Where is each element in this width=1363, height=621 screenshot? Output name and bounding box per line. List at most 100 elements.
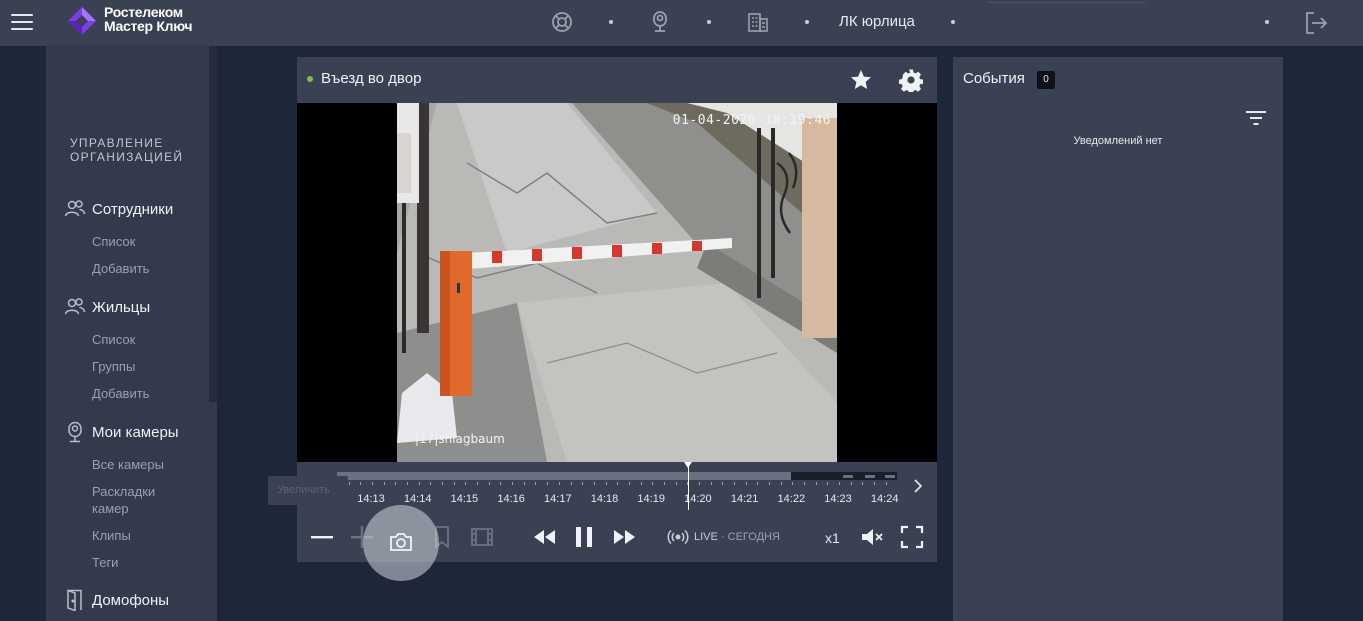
timeline: 14:13 14:14 14:15 14:16 14:17 14:18 14:19 14:20… (297, 462, 937, 512)
sidebar-section-employees[interactable]: Сотрудники (64, 198, 173, 220)
sidebar-section-label: Жильцы (92, 298, 151, 316)
film-icon[interactable] (469, 524, 495, 550)
brand-name: Ростелеком Мастер Ключ (104, 5, 192, 33)
timeline-label: 14:15 (450, 493, 479, 505)
timeline-tick (862, 482, 864, 485)
camera-icon (390, 533, 412, 551)
timeline-segment (885, 475, 895, 478)
mute-icon[interactable] (859, 524, 885, 550)
camera-pin-icon (68, 421, 82, 443)
timeline-track[interactable] (337, 472, 897, 480)
timeline-tick (839, 482, 841, 485)
rewind-icon[interactable] (532, 524, 558, 550)
pause-icon[interactable] (571, 524, 597, 550)
menu-icon[interactable] (11, 14, 33, 30)
rostelecom-logo[interactable] (66, 5, 98, 37)
fullscreen-icon[interactable] (899, 524, 925, 550)
sidebar-section-label: Сотрудники (92, 200, 174, 218)
timeline-tick (453, 482, 455, 485)
timeline-tick (663, 482, 665, 485)
gear-icon[interactable] (899, 68, 923, 92)
timeline-tick (605, 482, 607, 485)
fast-forward-icon[interactable] (611, 524, 637, 550)
timeline-tick (745, 482, 747, 485)
sidebar-section-intercoms[interactable]: Домофоны (64, 589, 169, 611)
logout-icon[interactable] (1303, 10, 1329, 36)
separator-dot (707, 20, 711, 24)
sidebar-item-cameras-all[interactable]: Все камеры (92, 456, 192, 473)
sidebar-item-residents-add[interactable]: Добавить (92, 385, 192, 402)
timeline-tick (827, 482, 829, 485)
timeline-tick (768, 482, 770, 485)
sidebar-section-label: Домофоны (92, 591, 170, 609)
filter-icon[interactable] (1245, 109, 1267, 127)
timeline-tick (710, 482, 712, 485)
sidebar-item-cameras-tags[interactable]: Теги (92, 554, 192, 571)
timeline-tick (407, 482, 409, 485)
timeline-label: 14:18 (590, 493, 619, 505)
timeline-tick (885, 482, 887, 485)
timeline-tick (675, 482, 677, 485)
timeline-tick (418, 482, 420, 485)
building-icon[interactable] (746, 10, 770, 34)
camera-status-dot (307, 76, 313, 82)
brand-line2: Мастер Ключ (104, 18, 193, 34)
timeline-tick (780, 482, 782, 485)
video-camera-name: |17|shlagbaum (415, 432, 505, 446)
timeline-tick (582, 482, 584, 485)
camera-title: Въезд во двор (321, 70, 422, 87)
timeline-tick (477, 482, 479, 485)
timeline-tick (628, 482, 630, 485)
sidebar-scrollbar[interactable] (209, 46, 217, 402)
timeline-cursor[interactable] (688, 462, 689, 510)
timeline-label: 14:16 (497, 493, 525, 505)
video-timestamp: 01-04-2020 18:19:46 (672, 113, 831, 128)
sidebar-section-residents[interactable]: Жильцы (64, 296, 150, 318)
support-icon[interactable] (550, 10, 574, 34)
zoom-out-icon[interactable] (309, 524, 335, 550)
timeline-tick (733, 482, 735, 485)
star-icon[interactable] (849, 68, 873, 92)
top-divider (988, 2, 1146, 3)
timeline-recorded (337, 472, 791, 480)
timeline-tick (593, 482, 595, 485)
sidebar-item-employees-list[interactable]: Список (92, 233, 192, 250)
timeline-tick (547, 482, 549, 485)
sidebar-item-employees-add[interactable]: Добавить (92, 260, 192, 277)
chevron-right-icon[interactable] (909, 478, 925, 494)
sidebar-item-residents-list[interactable]: Список (92, 331, 192, 348)
timeline-tick (757, 482, 759, 485)
events-title: События (963, 70, 1025, 87)
events-empty-message: Уведомлений нет (1073, 135, 1163, 147)
sidebar-heading-line1: УПРАВЛЕНИЕ (70, 136, 164, 150)
timeline-tick (850, 482, 852, 485)
timeline-label: 14:22 (777, 493, 806, 505)
sidebar-item-residents-groups[interactable]: Группы (92, 358, 192, 375)
org-title[interactable]: ЛК юрлица (839, 13, 915, 30)
separator-dot (951, 20, 955, 24)
sidebar-item-cameras-layouts[interactable]: Раскладки камер (92, 483, 192, 517)
intercom-icon[interactable] (648, 10, 672, 34)
timeline-tick (804, 482, 805, 485)
timeline-label: 14:19 (637, 493, 665, 505)
timeline-tick (792, 482, 794, 485)
events-count-badge: 0 (1037, 71, 1055, 89)
timeline-tick (640, 482, 642, 485)
sidebar-item-cameras-clips[interactable]: Клипы (92, 527, 192, 544)
timeline-cursor-handle[interactable] (684, 462, 692, 468)
video-frame[interactable]: 01-04-2020 18:19:46 |17|shlagbaum (397, 103, 837, 462)
timeline-segment (865, 475, 875, 478)
separator-dot (805, 20, 809, 24)
timeline-label: 14:17 (544, 493, 572, 505)
timeline-tick (372, 482, 374, 485)
sidebar-heading-line2: ОРГАНИЗАЦИЕЙ (70, 150, 184, 164)
timeline-tick (500, 482, 502, 485)
camera-scene-image (397, 103, 837, 462)
playback-speed[interactable]: x1 (825, 530, 840, 546)
sidebar-section-cameras[interactable]: Мои камеры (64, 421, 179, 443)
snapshot-button[interactable] (363, 505, 439, 581)
live-button[interactable]: LIVE · СЕГОДНЯ (667, 529, 780, 545)
top-bar: Ростелеком Мастер Ключ ЛК юрлица (0, 0, 1363, 46)
timeline-tick (523, 482, 525, 485)
brand-line1: Ростелеком (104, 4, 183, 20)
